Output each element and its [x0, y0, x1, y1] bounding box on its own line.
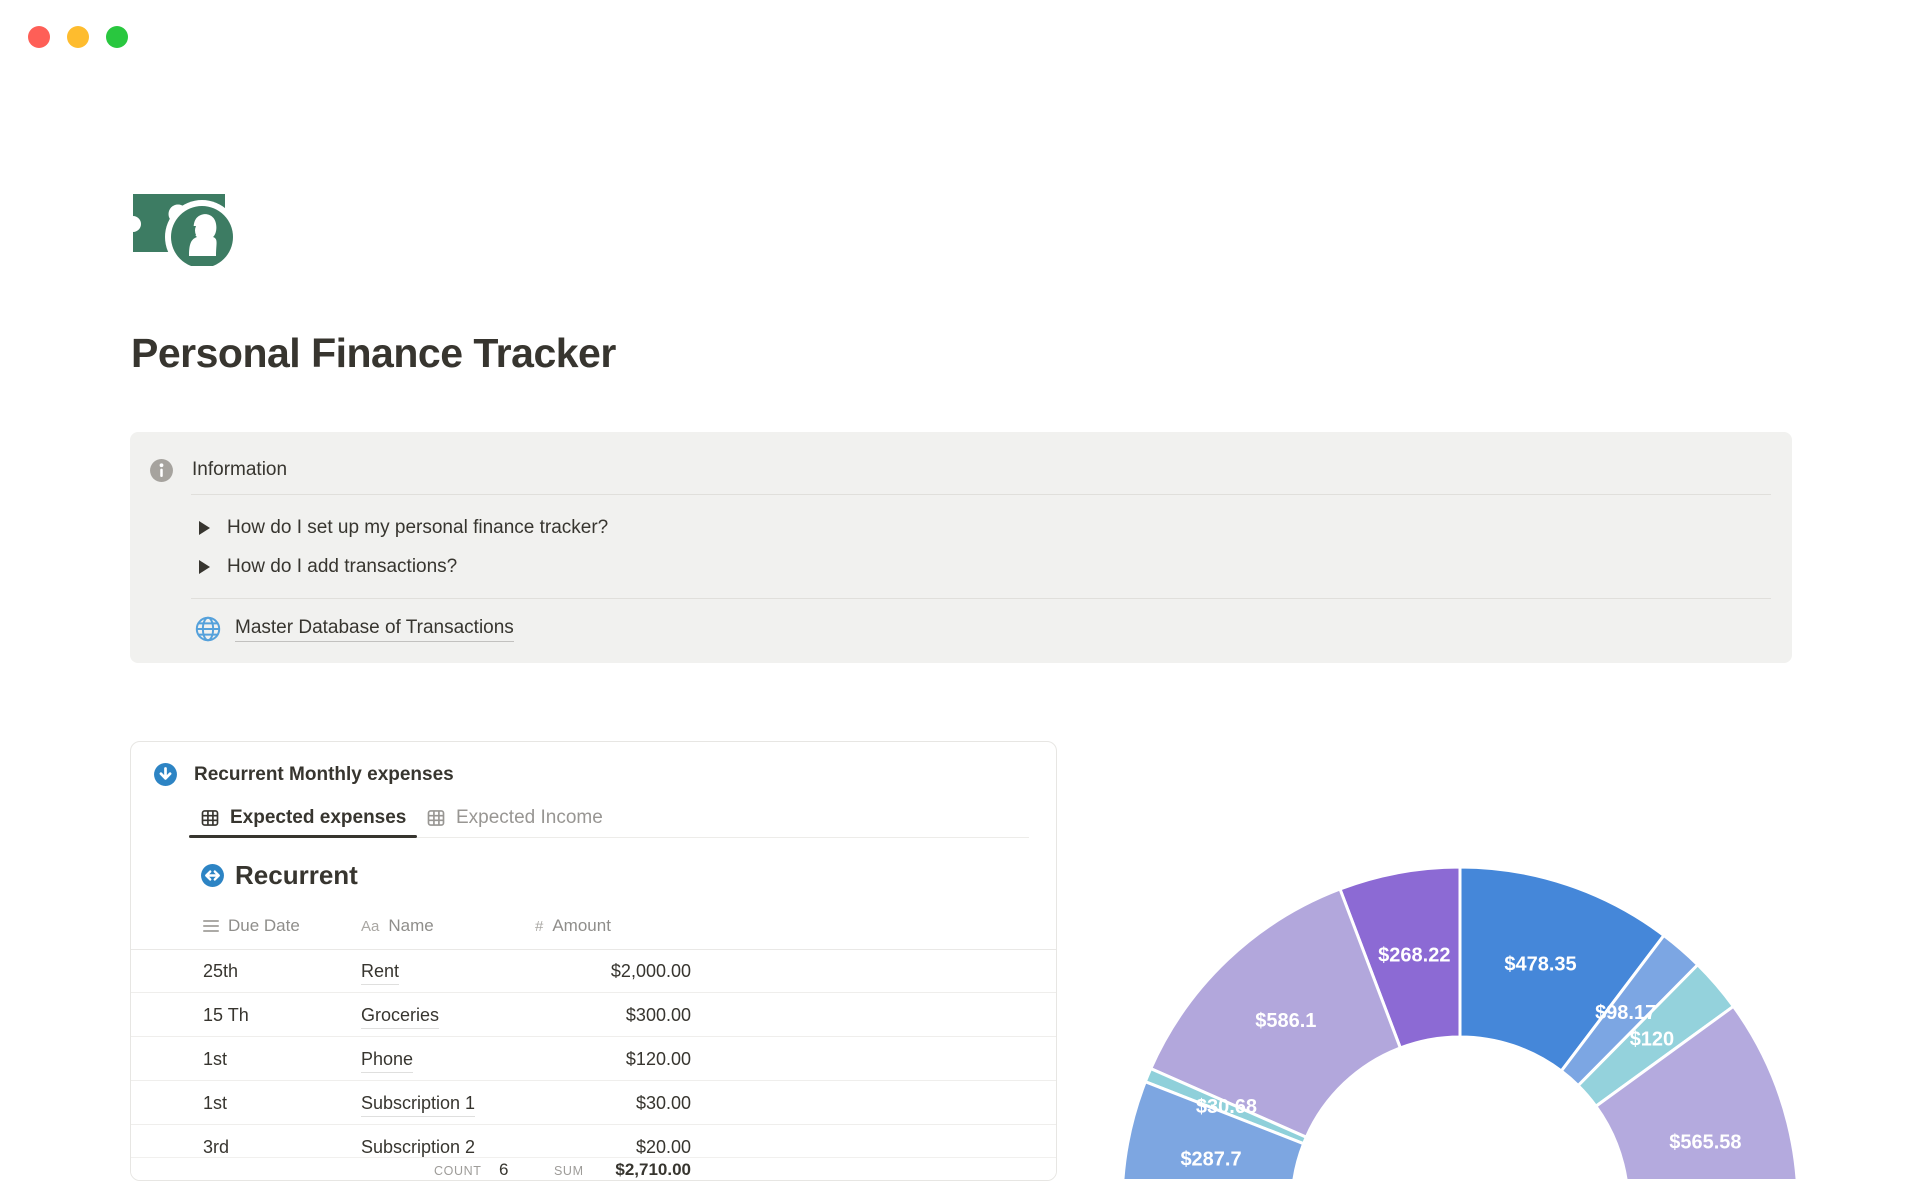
- donut-slice-label: $30.68: [1196, 1096, 1257, 1118]
- toggle-setup-question[interactable]: How do I set up my personal finance trac…: [196, 514, 608, 542]
- window-controls: [28, 26, 128, 48]
- zoom-button[interactable]: [106, 26, 128, 48]
- column-header-amount[interactable]: # Amount: [535, 916, 611, 936]
- row-title-link[interactable]: Subscription 2: [361, 1137, 475, 1157]
- page-title[interactable]: Personal Finance Tracker: [131, 330, 616, 377]
- linked-database-icon: [201, 864, 224, 887]
- count-label[interactable]: COUNT: [434, 1164, 481, 1178]
- table-row[interactable]: 3rd Subscription 2 $20.00: [131, 1125, 1056, 1157]
- globe-icon: [195, 616, 221, 642]
- table-icon: [427, 810, 445, 826]
- database-title[interactable]: Recurrent: [235, 860, 358, 891]
- tab-expected-expenses[interactable]: Expected expenses: [200, 807, 406, 829]
- recurrent-expenses-card: Recurrent Monthly expenses Expected expe…: [130, 741, 1057, 1181]
- card-title: Recurrent Monthly expenses: [194, 763, 454, 785]
- close-button[interactable]: [28, 26, 50, 48]
- row-title-link[interactable]: Phone: [361, 1049, 414, 1073]
- donut-slice-label: $565.58: [1669, 1132, 1741, 1154]
- minimize-button[interactable]: [67, 26, 89, 48]
- donut-slice-label: $478.35: [1504, 953, 1576, 975]
- toggle-add-transactions-question[interactable]: How do I add transactions?: [196, 553, 457, 581]
- active-tab-underline: [189, 835, 417, 838]
- expenses-donut-chart: $478.35 $98.17 $120 $565.58 $268.22 $586.1 $30…: [1121, 865, 1799, 1179]
- sum-value[interactable]: $2,710.00: [535, 1160, 691, 1180]
- row-title-link[interactable]: Groceries: [361, 1005, 440, 1029]
- table-row[interactable]: 1st Phone $120.00: [131, 1037, 1056, 1081]
- row-title-link[interactable]: Rent: [361, 961, 400, 985]
- callout-divider: [191, 598, 1771, 599]
- callout-divider: [191, 494, 1771, 495]
- view-tabs: Expected expenses Expected Income: [131, 801, 1056, 839]
- table-row[interactable]: 1st Subscription 1 $30.00: [131, 1081, 1056, 1125]
- donut-slice-label: $98.17: [1595, 1002, 1656, 1024]
- table-footer: COUNT 6 SUM $2,710.00: [131, 1157, 1056, 1180]
- row-title-link[interactable]: Subscription 1: [361, 1093, 476, 1117]
- title-property-icon: Aa: [361, 917, 380, 935]
- arrow-down-circle-icon: [154, 763, 177, 786]
- table-row[interactable]: 25th Rent $2,000.00: [131, 949, 1056, 993]
- master-database-link[interactable]: Master Database of Transactions: [194, 614, 514, 644]
- select-property-icon: [203, 917, 219, 935]
- donut-slice-label: $120: [1630, 1028, 1675, 1050]
- information-callout: Information How do I set up my personal …: [130, 432, 1792, 663]
- column-header-due-date[interactable]: Due Date: [203, 916, 300, 936]
- tab-expected-income[interactable]: Expected Income: [426, 807, 603, 829]
- info-icon: [150, 458, 173, 482]
- donut-slice-label: $268.22: [1378, 944, 1450, 966]
- callout-title: Information: [192, 459, 288, 480]
- table-header: Due Date Aa Name # Amount: [131, 906, 1056, 949]
- toggle-arrow-icon[interactable]: [199, 521, 210, 535]
- table-icon: [201, 810, 219, 826]
- link-label[interactable]: Master Database of Transactions: [235, 617, 514, 642]
- toggle-arrow-icon[interactable]: [199, 560, 210, 574]
- column-header-name[interactable]: Aa Name: [361, 916, 434, 936]
- donut-slice-label: $287.7: [1180, 1148, 1241, 1170]
- count-value[interactable]: 6: [499, 1160, 508, 1180]
- donut-slice-label: $586.1: [1255, 1010, 1316, 1032]
- money-icon[interactable]: [133, 186, 240, 266]
- number-property-icon: #: [535, 917, 544, 935]
- table-row[interactable]: 15 Th Groceries $300.00: [131, 993, 1056, 1037]
